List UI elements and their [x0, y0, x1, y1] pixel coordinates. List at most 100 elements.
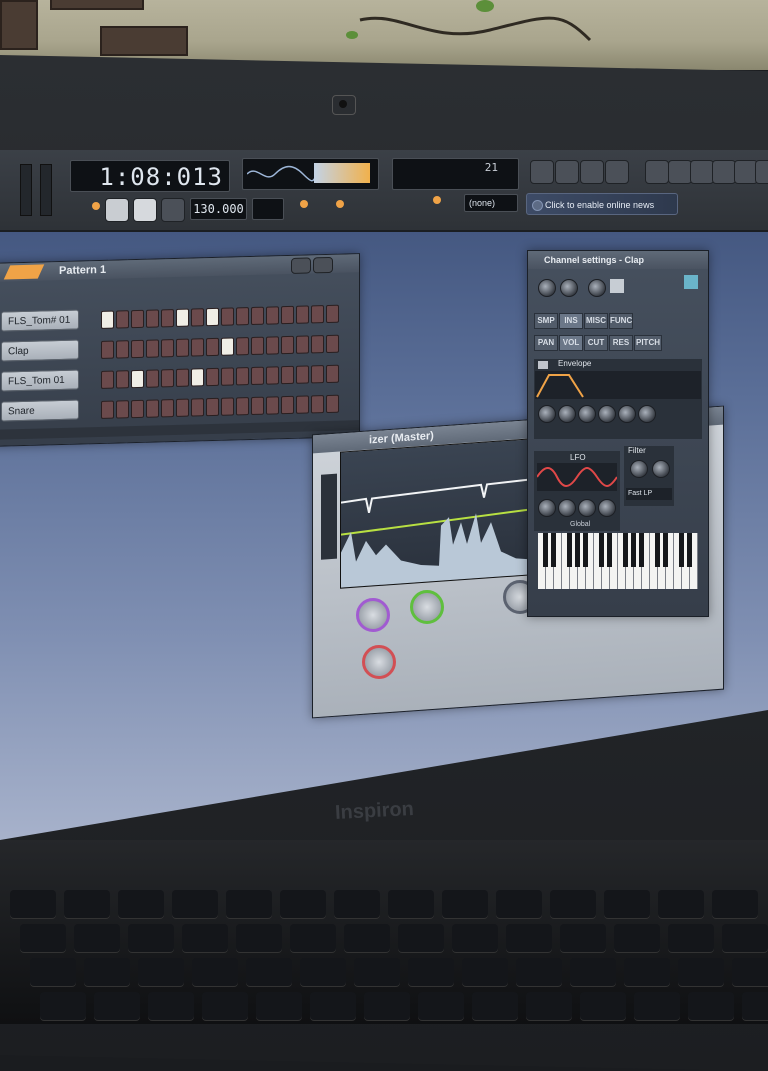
tab-cut[interactable]: CUT	[584, 335, 608, 351]
pan-knob[interactable]	[560, 279, 578, 297]
black-key[interactable]	[679, 533, 684, 567]
keyboard-key[interactable]	[182, 924, 228, 952]
keyboard-key[interactable]	[138, 958, 184, 986]
channel-settings-titlebar[interactable]: Channel settings - Clap	[528, 251, 708, 269]
keyboard-key[interactable]	[604, 890, 650, 918]
keyboard-key[interactable]	[148, 992, 194, 1020]
channel-button[interactable]: FLS_Tom# 01	[1, 309, 79, 332]
env-knob-1[interactable]	[538, 405, 556, 423]
tab-ins[interactable]: INS	[559, 313, 583, 329]
piano-keyboard[interactable]	[538, 533, 698, 589]
step-button[interactable]	[311, 335, 324, 354]
step-button[interactable]	[176, 368, 189, 387]
keyboard-key[interactable]	[570, 958, 616, 986]
record-button[interactable]	[161, 198, 185, 222]
tab-pan[interactable]: PAN	[534, 335, 558, 351]
keyboard-key[interactable]	[418, 992, 464, 1020]
keyboard-key[interactable]	[526, 992, 572, 1020]
black-key[interactable]	[687, 533, 692, 567]
step-button[interactable]	[191, 308, 204, 327]
tab-func[interactable]: FUNC	[609, 313, 633, 329]
tab-pitch[interactable]: PITCH	[634, 335, 662, 351]
keyboard-key[interactable]	[678, 958, 724, 986]
step-button[interactable]	[311, 395, 324, 414]
keyboard-key[interactable]	[20, 924, 66, 952]
filter-cutoff-knob[interactable]	[630, 460, 648, 478]
led-orange[interactable]	[300, 200, 308, 208]
keyboard-key[interactable]	[30, 958, 76, 986]
env-knob-3[interactable]	[578, 405, 596, 423]
step-button[interactable]	[221, 337, 234, 356]
black-key[interactable]	[631, 533, 636, 567]
keyboard-key[interactable]	[74, 924, 120, 952]
pattern-title[interactable]: Pattern 1	[59, 264, 106, 277]
keyboard-key[interactable]	[560, 924, 606, 952]
black-key[interactable]	[655, 533, 660, 567]
keyboard-key[interactable]	[634, 992, 680, 1020]
step-button[interactable]	[251, 306, 264, 326]
step-button[interactable]	[191, 398, 204, 417]
keyboard-key[interactable]	[84, 958, 130, 986]
keyboard-key[interactable]	[516, 958, 562, 986]
step-button[interactable]	[191, 368, 204, 387]
step-button[interactable]	[311, 365, 324, 384]
keyboard-key[interactable]	[462, 958, 508, 986]
keyboard-key[interactable]	[128, 924, 174, 952]
keyboard-key[interactable]	[472, 992, 518, 1020]
tab-res[interactable]: RES	[609, 335, 633, 351]
lfo-knob-2[interactable]	[558, 499, 576, 517]
led-orange[interactable]	[433, 196, 441, 204]
graph-editor-button[interactable]	[291, 257, 311, 274]
black-key[interactable]	[599, 533, 604, 567]
envelope-toggle[interactable]	[538, 361, 548, 369]
step-button[interactable]	[296, 395, 309, 414]
keyboard-key[interactable]	[732, 958, 768, 986]
step-button[interactable]	[236, 367, 249, 386]
keyboard-key[interactable]	[614, 924, 660, 952]
tool-button[interactable]	[605, 160, 629, 184]
step-button[interactable]	[206, 337, 219, 357]
mix-knob-green[interactable]	[410, 590, 444, 624]
step-button[interactable]	[266, 306, 279, 325]
keyboard-key[interactable]	[712, 890, 758, 918]
keyboard-key[interactable]	[452, 924, 498, 952]
step-button[interactable]	[161, 399, 174, 418]
pitch-knob[interactable]	[588, 279, 606, 297]
black-key[interactable]	[623, 533, 628, 567]
keyboard-key[interactable]	[40, 992, 86, 1020]
keyboard-key[interactable]	[172, 890, 218, 918]
black-key[interactable]	[551, 533, 556, 567]
mix-knob-purple[interactable]	[356, 598, 390, 632]
step-button[interactable]	[326, 334, 339, 354]
lfo-knob-1[interactable]	[538, 499, 556, 517]
step-button[interactable]	[131, 399, 144, 419]
step-button[interactable]	[116, 370, 129, 389]
step-button[interactable]	[131, 339, 144, 359]
tool-button[interactable]	[555, 160, 579, 184]
keyboard-key[interactable]	[202, 992, 248, 1020]
scroll-bar[interactable]	[0, 420, 359, 440]
keyboard-key[interactable]	[236, 924, 282, 952]
keyboard-key[interactable]	[10, 890, 56, 918]
tab-smp[interactable]: SMP	[534, 313, 558, 329]
step-button[interactable]	[116, 340, 129, 359]
step-button[interactable]	[161, 369, 174, 388]
step-button[interactable]	[161, 309, 174, 328]
keyboard-key[interactable]	[398, 924, 444, 952]
keyboard-key[interactable]	[192, 958, 238, 986]
step-button[interactable]	[296, 335, 309, 354]
keyboard-key[interactable]	[658, 890, 704, 918]
step-button[interactable]	[326, 304, 339, 324]
step-button[interactable]	[326, 364, 339, 384]
step-button[interactable]	[206, 307, 219, 327]
step-button[interactable]	[296, 305, 309, 324]
tool-button[interactable]	[645, 160, 669, 184]
step-button[interactable]	[251, 336, 264, 356]
help-icon[interactable]	[755, 160, 768, 184]
tool-button[interactable]	[580, 160, 604, 184]
keyboard-key[interactable]	[310, 992, 356, 1020]
master-pitch-slider[interactable]	[40, 164, 52, 216]
step-button[interactable]	[221, 397, 234, 416]
filter-type-select[interactable]: Fast LP	[626, 488, 672, 500]
tempo-display[interactable]: 130.000	[190, 198, 247, 220]
